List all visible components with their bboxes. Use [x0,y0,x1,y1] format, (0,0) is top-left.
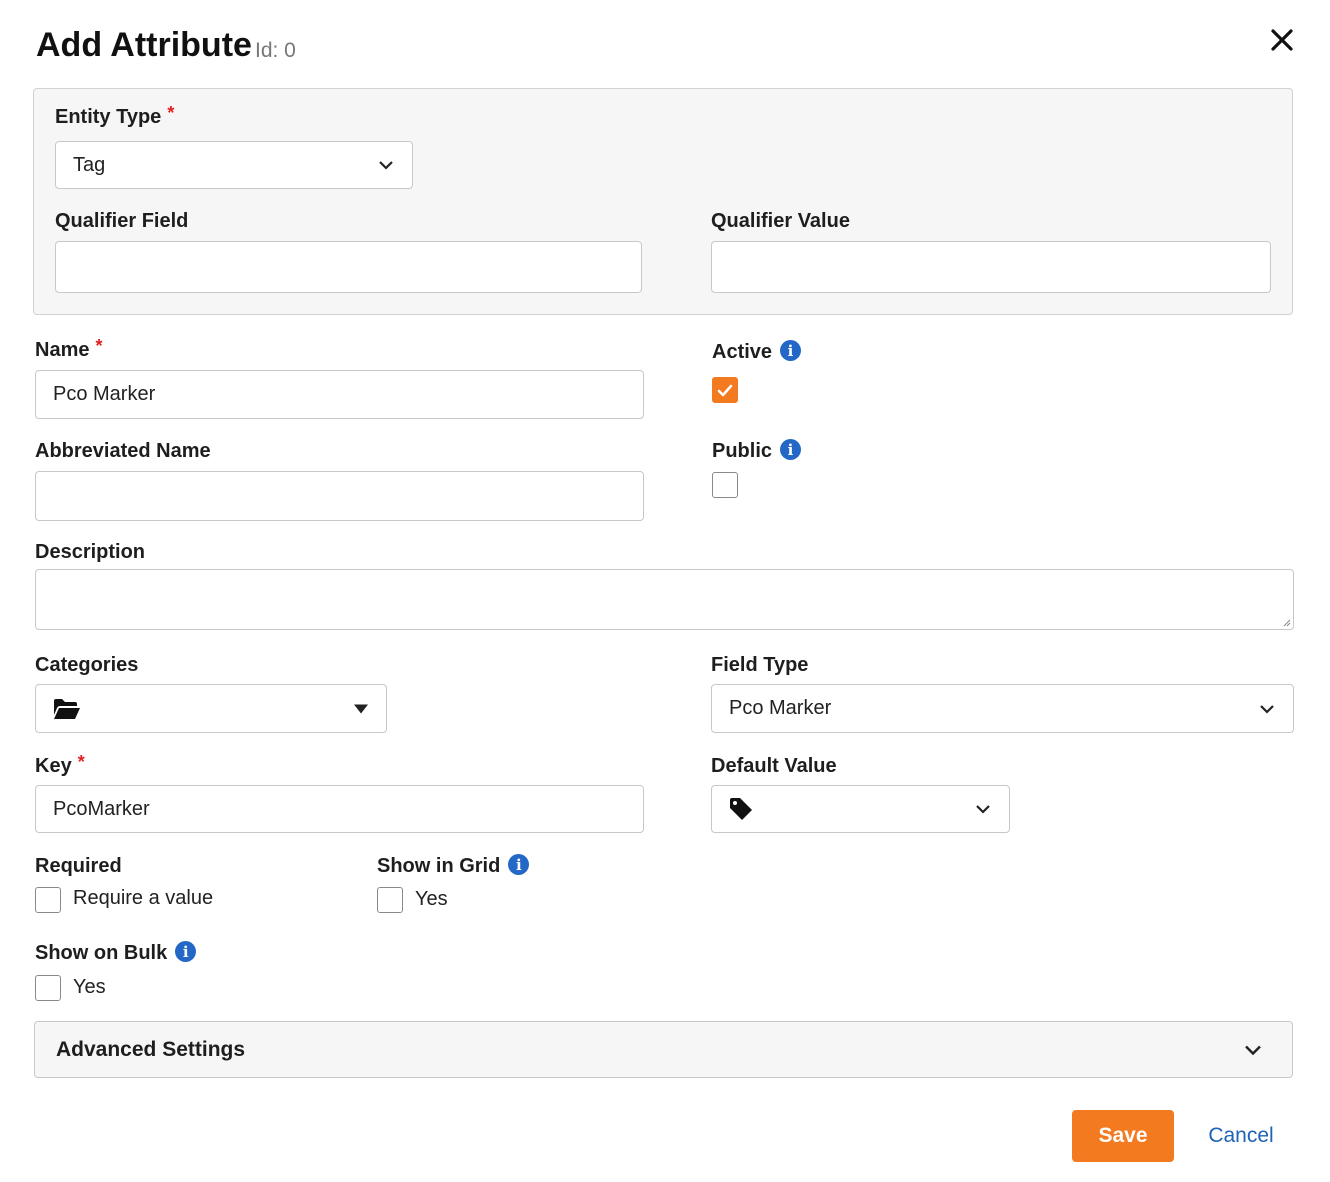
description-label: Description [35,541,146,563]
field-type-select[interactable]: Pco Marker [711,684,1294,733]
abbreviated-name-label: Abbreviated Name [35,440,211,462]
close-button[interactable] [1266,24,1298,56]
info-icon[interactable]: i [508,854,530,876]
description-textarea[interactable] [35,569,1294,630]
tag-icon [730,798,752,820]
name-input[interactable]: Pco Marker [35,370,644,419]
field-type-label: Field Type [711,654,809,676]
categories-label: Categories [35,654,139,676]
entity-type-label: Entity Type * [55,103,175,128]
name-label: Name * [35,336,103,361]
chevron-down-icon [1260,704,1274,714]
qualifier-field-label: Qualifier Field [55,210,189,232]
required-mark: * [167,103,175,123]
show-on-bulk-option-text[interactable]: Yes [73,976,106,999]
required-checkbox[interactable] [35,887,61,913]
qualifier-value-label: Qualifier Value [711,210,850,232]
cancel-button[interactable]: Cancel [1196,1110,1286,1162]
caret-down-icon [354,704,368,713]
categories-select[interactable] [35,684,387,733]
close-icon [1271,29,1293,51]
info-icon[interactable]: i [175,941,197,963]
required-mark: * [77,752,85,772]
dialog-title: Add Attribute [36,26,252,64]
advanced-settings-label: Advanced Settings [56,1037,246,1061]
show-on-bulk-checkbox[interactable] [35,975,61,1001]
advanced-settings-accordion[interactable]: Advanced Settings [34,1021,1293,1078]
key-input[interactable]: PcoMarker [35,785,644,833]
checkmark-icon [717,384,733,396]
show-in-grid-label: Show in Grid i [377,854,530,878]
entity-type-select[interactable]: Tag [55,141,413,189]
required-mark: * [95,336,103,356]
show-in-grid-option-text[interactable]: Yes [415,888,448,911]
chevron-down-icon [1245,1045,1261,1055]
chevron-down-icon [976,805,990,814]
default-value-select[interactable] [711,785,1010,833]
chevron-down-icon [379,161,393,170]
key-label: Key * [35,752,85,777]
info-icon[interactable]: i [780,439,802,461]
record-id-label: Id: 0 [255,39,296,62]
required-option-text[interactable]: Require a value [73,887,213,910]
abbreviated-name-input[interactable] [35,471,644,521]
qualifier-field-input[interactable] [55,241,642,293]
public-label: Public i [712,439,802,463]
public-checkbox[interactable] [712,472,738,498]
active-checkbox[interactable] [712,377,738,403]
resize-handle-icon[interactable] [1283,619,1291,627]
default-value-label: Default Value [711,755,837,777]
info-icon[interactable]: i [780,340,802,362]
qualifier-value-input[interactable] [711,241,1271,293]
show-in-grid-checkbox[interactable] [377,887,403,913]
show-on-bulk-label: Show on Bulk i [35,941,197,965]
active-label: Active i [712,340,802,364]
required-label: Required [35,855,122,877]
folder-open-icon [54,698,80,719]
save-button[interactable]: Save [1072,1110,1174,1162]
